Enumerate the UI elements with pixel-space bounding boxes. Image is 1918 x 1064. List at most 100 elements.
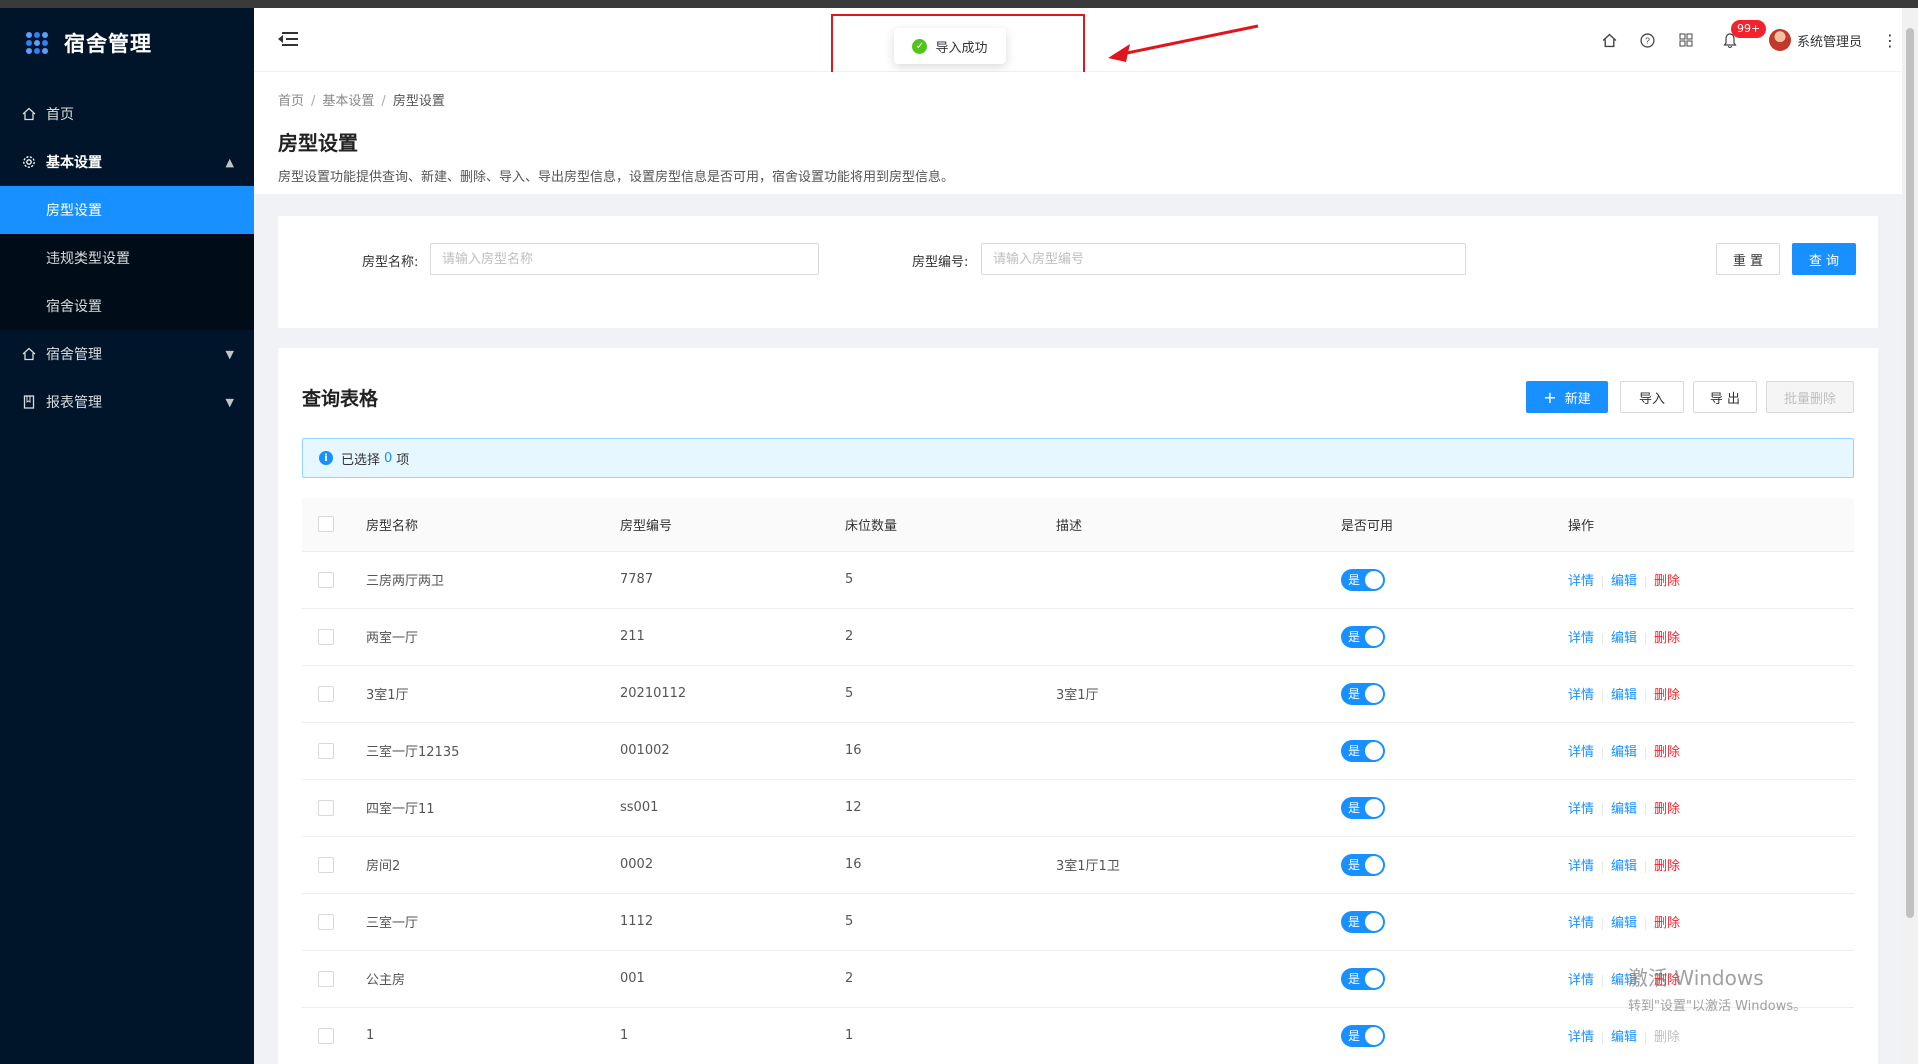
table-row[interactable]: 1 1 1 是详情 编辑 删除 [302,1007,1854,1064]
column-header-description[interactable]: 描述 [1056,498,1341,552]
sidebar-item-basic-settings[interactable]: 基本设置 ▲ [0,138,254,186]
cell-description [1056,779,1341,837]
sidebar-item-label: 基本设置 [46,155,102,171]
enabled-switch[interactable]: 是 [1341,568,1385,591]
detail-link[interactable]: 详情 [1568,745,1594,760]
sidebar-item-violation-type-settings[interactable]: 违规类型设置 [0,234,254,282]
delete-link[interactable]: 删除 [1654,1030,1680,1045]
delete-link[interactable]: 删除 [1654,745,1680,760]
edit-link[interactable]: 编辑 [1611,574,1637,589]
selected-prefix: 已选择 [341,452,381,468]
more-vertical-icon[interactable]: ⋮ [1882,31,1898,50]
export-button[interactable]: 导 出 [1693,381,1757,413]
delete-link[interactable]: 删除 [1654,688,1680,703]
detail-link[interactable]: 详情 [1568,688,1594,703]
sidebar-item-label: 违规类型设置 [46,251,130,267]
column-header-beds[interactable]: 床位数量 [845,498,1056,552]
detail-link[interactable]: 详情 [1568,973,1594,988]
menu-fold-icon[interactable] [278,30,298,48]
cell-beds: 5 [845,665,1056,723]
row-checkbox[interactable] [318,799,334,816]
edit-link[interactable]: 编辑 [1611,802,1637,817]
edit-link[interactable]: 编辑 [1611,916,1637,931]
detail-link[interactable]: 详情 [1568,1030,1594,1045]
delete-link[interactable]: 删除 [1654,859,1680,874]
edit-link[interactable]: 编辑 [1611,688,1637,703]
divider [1645,746,1647,759]
row-checkbox[interactable] [318,856,334,873]
batch-delete-button[interactable]: 批量删除 [1766,381,1854,413]
home-icon[interactable] [1591,8,1629,72]
edit-link[interactable]: 编辑 [1611,745,1637,760]
table-row[interactable]: 房间2 0002 16 3室1厅1卫是 详情 编辑 删除 [302,836,1854,894]
breadcrumb-item-home[interactable]: 首页 [278,94,304,109]
enabled-switch[interactable]: 是 [1341,625,1385,648]
row-checkbox[interactable] [318,571,334,588]
row-checkbox[interactable] [318,1027,334,1044]
table-row[interactable]: 公主房 001 2 是详情 编辑 删除 [302,950,1854,1008]
user-name[interactable]: 系统管理员 [1797,31,1862,50]
row-checkbox[interactable] [318,742,334,759]
edit-link[interactable]: 编辑 [1611,1030,1637,1045]
apps-grid-icon[interactable] [1667,8,1705,72]
column-header-enabled[interactable]: 是否可用 [1341,498,1568,552]
row-checkbox[interactable] [318,970,334,987]
new-button[interactable]: + 新建 [1526,381,1608,413]
column-header-name[interactable]: 房型名称 [366,498,620,552]
detail-link[interactable]: 详情 [1568,802,1594,817]
room-type-name-label: 房型名称: [362,255,419,270]
select-all-checkbox[interactable] [318,516,334,533]
sidebar-item-room-type-settings[interactable]: 房型设置 [0,186,254,234]
cell-code: 001002 [620,722,845,780]
cell-code: 1112 [620,893,845,951]
delete-link[interactable]: 删除 [1654,631,1680,646]
enabled-switch[interactable]: 是 [1341,853,1385,876]
table-row[interactable]: 两室一厅 211 2 是 详情 编辑 删除 [302,608,1854,666]
detail-link[interactable]: 详情 [1568,859,1594,874]
enabled-switch[interactable]: 是 [1341,796,1385,819]
edit-link[interactable]: 编辑 [1611,631,1637,646]
detail-link[interactable]: 详情 [1568,631,1594,646]
row-checkbox[interactable] [318,913,334,930]
sidebar-item-dorm-management[interactable]: 宿舍管理 ▼ [0,330,254,378]
sidebar-item-home[interactable]: 首页 [0,90,254,138]
table-row[interactable]: 三室一厅 1112 5 是 详情 编辑 删除 [302,893,1854,951]
enabled-switch[interactable]: 是 [1341,739,1385,762]
import-button[interactable]: 导入 [1620,381,1684,413]
enabled-switch[interactable]: 是 [1341,967,1385,990]
logo[interactable]: 宿舍管理 [0,8,254,78]
table-row[interactable]: 四室一厅11 ss001 12 是 详情 编辑 删除 [302,779,1854,837]
table-row[interactable]: 三房两厅两卫 7787 5 是 详情 编辑 删除 [302,551,1854,609]
cell-beds: 16 [845,836,1056,894]
enabled-switch[interactable]: 是 [1341,682,1385,705]
room-type-code-input[interactable] [981,243,1466,275]
help-icon[interactable]: ? [1629,8,1667,72]
reset-button[interactable]: 重 置 [1716,243,1780,275]
table-row[interactable]: 3室1厅 20210112 5 3室1厅是详情 编辑 删除 [302,665,1854,723]
sidebar-item-report-management[interactable]: 报表管理 ▼ [0,378,254,426]
query-button[interactable]: 查 询 [1792,243,1856,275]
room-type-name-input[interactable] [430,243,819,275]
page-scrollbar[interactable] [1902,8,1918,1064]
column-header-code[interactable]: 房型编号 [620,498,845,552]
enabled-switch[interactable]: 是 [1341,910,1385,933]
row-checkbox[interactable] [318,628,334,645]
notification-bell-icon[interactable]: 99+ [1711,8,1767,72]
enabled-switch[interactable]: 是 [1341,1024,1385,1047]
row-checkbox[interactable] [318,685,334,702]
detail-link[interactable]: 详情 [1568,916,1594,931]
delete-link[interactable]: 删除 [1654,574,1680,589]
cell-description [1056,551,1341,609]
edit-link[interactable]: 编辑 [1611,859,1637,874]
delete-link[interactable]: 删除 [1654,802,1680,817]
breadcrumb-item-basic-settings[interactable]: 基本设置 [322,94,374,109]
search-form: 房型名称: 房型编号: 重 置 查 询 [278,216,1878,328]
sidebar-item-dorm-settings[interactable]: 宿舍设置 [0,282,254,330]
divider [1602,974,1604,987]
scrollbar-thumb[interactable] [1906,28,1914,918]
delete-link[interactable]: 删除 [1654,916,1680,931]
avatar[interactable] [1768,29,1791,51]
detail-link[interactable]: 详情 [1568,574,1594,589]
submenu-basic-settings: 房型设置 违规类型设置 宿舍设置 [0,186,254,330]
table-row[interactable]: 三室一厅12135 001002 16 是 详情 编辑 删除 [302,722,1854,780]
